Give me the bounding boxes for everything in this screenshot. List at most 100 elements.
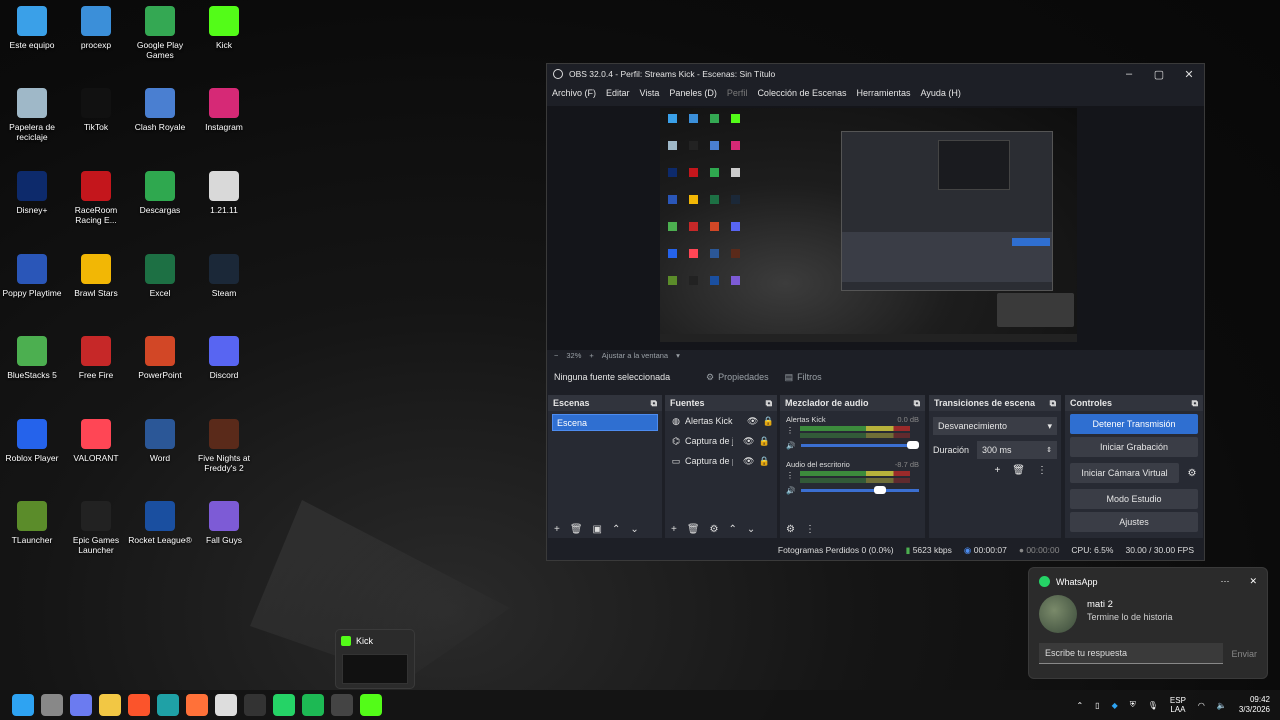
- filters-button[interactable]: ▤ Filtros: [777, 369, 830, 386]
- desktop-icon-free-fire[interactable]: Free Fire: [64, 336, 128, 380]
- menu-herramientas[interactable]: Herramientas: [857, 88, 911, 98]
- source-item[interactable]: ◍ Alertas Kick 👁 🔒: [665, 411, 777, 431]
- visibility-eye-icon[interactable]: 👁: [743, 456, 754, 467]
- whatsapp-notification[interactable]: WhatsApp ⋯ ✕ mati 2 Termine lo de histor…: [1028, 567, 1268, 679]
- chevron-up-icon[interactable]: ⌃: [1076, 701, 1083, 710]
- transition-select[interactable]: Desvanecimiento ▾: [933, 417, 1057, 435]
- desktop-icon-instagram[interactable]: Instagram: [192, 88, 256, 132]
- desktop-icon-discord[interactable]: Discord: [192, 336, 256, 380]
- close-icon[interactable]: ✕: [1249, 576, 1257, 587]
- spotify-icon[interactable]: [301, 694, 324, 716]
- desktop-icon-powerpoint[interactable]: PowerPoint: [128, 336, 192, 380]
- edge-icon[interactable]: [156, 694, 179, 716]
- desktop-icon-bluestacks[interactable]: BlueStacks 5: [0, 336, 64, 380]
- desktop-icon-valorant[interactable]: VALORANT: [64, 419, 128, 463]
- desktop-icon-clash-royale[interactable]: Clash Royale: [128, 88, 192, 132]
- source-item[interactable]: ▭ Captura de pantalla 👁 🔒: [665, 451, 777, 471]
- stepper-icon[interactable]: ⇕: [1046, 446, 1052, 454]
- duration-input[interactable]: 300 ms ⇕: [977, 441, 1057, 459]
- brave-icon[interactable]: [127, 694, 150, 716]
- copilot-icon[interactable]: [69, 694, 92, 716]
- menu-editar[interactable]: Editar: [606, 88, 630, 98]
- zoom-out-button[interactable]: −: [554, 351, 558, 360]
- language-indicator[interactable]: ESP LAA: [1170, 696, 1186, 714]
- studio-mode-button[interactable]: Modo Estudio: [1070, 489, 1198, 509]
- task-view-icon[interactable]: [40, 694, 63, 716]
- kick-icon[interactable]: [359, 694, 382, 716]
- undock-icon[interactable]: ⧉: [651, 398, 657, 409]
- menu-vista[interactable]: Vista: [640, 88, 660, 98]
- remove-source-icon[interactable]: 🗑: [687, 524, 700, 535]
- desktop-icon-minecraft-version[interactable]: 1.21.11: [192, 171, 256, 215]
- visibility-eye-icon[interactable]: 👁: [747, 416, 758, 427]
- menu-archivo[interactable]: Archivo (F): [552, 88, 596, 98]
- speaker-icon[interactable]: 🔊: [786, 441, 795, 450]
- windows-start-icon[interactable]: [11, 694, 34, 716]
- source-item[interactable]: ⌬ Captura de juego 👁 🔒: [665, 431, 777, 451]
- scene-filters-icon[interactable]: ▣: [593, 524, 602, 535]
- file-explorer-icon[interactable]: [98, 694, 121, 716]
- move-down-icon[interactable]: ⌄: [747, 524, 755, 535]
- security-icon[interactable]: ⛨: [1130, 700, 1136, 710]
- firefox-icon[interactable]: [185, 694, 208, 716]
- obs-icon[interactable]: [330, 694, 353, 716]
- reply-input[interactable]: Escribe tu respuesta: [1039, 643, 1224, 664]
- menu-coleccion-escenas[interactable]: Colección de Escenas: [757, 88, 846, 98]
- desktop-icon-raceroom[interactable]: RaceRoom Racing E...: [64, 171, 128, 225]
- store-icon[interactable]: [214, 694, 237, 716]
- usb-icon[interactable]: ▯: [1095, 701, 1099, 710]
- lock-icon[interactable]: 🔒: [758, 436, 769, 447]
- menu-ayuda[interactable]: Ayuda (H): [921, 88, 961, 98]
- desktop-icon-excel[interactable]: Excel: [128, 254, 192, 298]
- zoom-fit-select[interactable]: Ajustar a la ventana: [602, 351, 668, 360]
- maximize-button[interactable]: ▢: [1144, 68, 1174, 81]
- volume-knob[interactable]: [907, 441, 919, 449]
- desktop-icon-word[interactable]: Word: [128, 419, 192, 463]
- more-options-icon[interactable]: ⋯: [1220, 576, 1229, 587]
- whatsapp-icon[interactable]: [272, 694, 295, 716]
- lock-icon[interactable]: 🔒: [758, 456, 769, 467]
- desktop-icon-downloads[interactable]: Descargas: [128, 171, 192, 215]
- desktop-icon-kick[interactable]: Kick: [192, 6, 256, 50]
- desktop-icon-fnaf2[interactable]: Five Nights at Freddy's 2: [192, 419, 256, 473]
- desktop-icon-tiktok[interactable]: TikTok: [64, 88, 128, 132]
- desktop-icon-disney-plus[interactable]: Disney+: [0, 171, 64, 215]
- preview-canvas[interactable]: [660, 108, 1077, 342]
- properties-button[interactable]: ⚙ Propiedades: [698, 369, 777, 386]
- desktop-icon-epic-games[interactable]: Epic Games Launcher: [64, 501, 128, 555]
- add-scene-icon[interactable]: +: [554, 524, 560, 535]
- menu-paneles[interactable]: Paneles (D): [669, 88, 717, 98]
- add-source-icon[interactable]: +: [671, 524, 677, 535]
- wifi-icon[interactable]: ◠: [1198, 701, 1205, 710]
- desktop-icon-google-play-games[interactable]: Google Play Games: [128, 6, 192, 60]
- move-down-icon[interactable]: ⌄: [630, 524, 638, 535]
- start-virtual-camera-button[interactable]: Iniciar Cámara Virtual: [1070, 463, 1179, 483]
- volume-slider[interactable]: [801, 441, 919, 449]
- desktop-icon-recycle-bin[interactable]: Papelera de reciclaje: [0, 88, 64, 142]
- stop-streaming-button[interactable]: Detener Transmisión: [1070, 414, 1198, 434]
- scene-item[interactable]: Escena: [552, 414, 658, 431]
- close-button[interactable]: ✕: [1174, 68, 1204, 81]
- undock-icon[interactable]: ⧉: [766, 398, 772, 409]
- preview-area[interactable]: [547, 106, 1204, 350]
- desktop-icon-poppy-playtime[interactable]: Poppy Playtime: [0, 254, 64, 298]
- move-up-icon[interactable]: ⌃: [729, 524, 737, 535]
- menu-perfil[interactable]: Perfil: [727, 88, 748, 98]
- undock-icon[interactable]: ⧉: [914, 398, 920, 409]
- source-settings-icon[interactable]: ⚙: [710, 524, 719, 535]
- desktop-icon-fall-guys[interactable]: Fall Guys: [192, 501, 256, 545]
- epic-games-icon[interactable]: [243, 694, 266, 716]
- volume-slider[interactable]: [801, 486, 919, 494]
- lock-icon[interactable]: 🔒: [762, 416, 773, 427]
- remove-transition-icon[interactable]: 🗑: [1012, 465, 1025, 476]
- track-menu-icon[interactable]: ⋮: [786, 471, 794, 480]
- undock-icon[interactable]: ⧉: [1050, 398, 1056, 409]
- mixer-menu-icon[interactable]: ⋮: [805, 524, 815, 535]
- add-transition-icon[interactable]: +: [994, 465, 1000, 476]
- desktop-icon-tlauncher[interactable]: TLauncher: [0, 501, 64, 545]
- desktop-icon-rocket-league[interactable]: Rocket League®: [128, 501, 192, 545]
- desktop-icon-brawl-stars[interactable]: Brawl Stars: [64, 254, 128, 298]
- track-menu-icon[interactable]: ⋮: [786, 426, 794, 435]
- undock-icon[interactable]: ⧉: [1192, 398, 1198, 409]
- move-up-icon[interactable]: ⌃: [612, 524, 620, 535]
